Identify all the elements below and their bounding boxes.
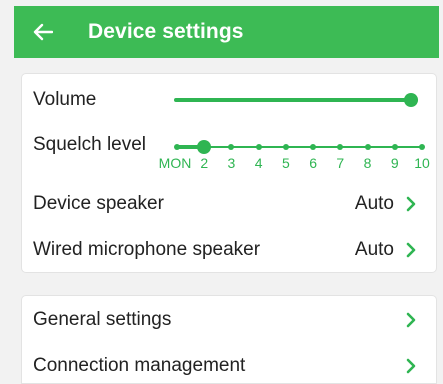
menu-card: General settings Connection management <box>22 296 436 383</box>
arrow-left-icon[interactable] <box>32 21 54 43</box>
squelch-tick-label: 10 <box>414 155 430 171</box>
general-settings-label: General settings <box>33 309 172 330</box>
chevron-right-icon <box>406 312 416 328</box>
squelch-tick-dot <box>391 144 398 150</box>
volume-slider[interactable] <box>174 98 418 102</box>
squelch-row: Squelch level MON 2 3 4 5 6 7 8 9 10 <box>22 132 436 178</box>
squelch-tick-label: 2 <box>200 155 209 171</box>
chevron-right-icon <box>406 196 416 212</box>
device-speaker-label: Device speaker <box>33 193 164 214</box>
page-title: Device settings <box>88 20 244 43</box>
wired-mic-row[interactable]: Wired microphone speaker Auto <box>22 232 436 268</box>
squelch-tick-label: 9 <box>390 155 399 171</box>
squelch-tick-dot <box>282 144 289 150</box>
volume-label: Volume <box>33 89 97 110</box>
squelch-tick-dot <box>364 144 371 150</box>
app-header: Device settings <box>14 6 439 58</box>
volume-row: Volume <box>22 84 436 116</box>
chevron-right-icon <box>406 242 416 258</box>
audio-settings-card: Volume Squelch level MON 2 3 4 5 6 7 8 9 10 Devic… <box>22 74 436 272</box>
squelch-tick-dot <box>174 144 180 150</box>
connection-management-label: Connection management <box>33 355 246 376</box>
menu-item-connection-management[interactable]: Connection management <box>22 348 436 384</box>
squelch-slider-thumb[interactable] <box>197 140 212 154</box>
squelch-tick-dot <box>255 144 262 150</box>
squelch-tick-dot <box>228 144 235 150</box>
squelch-tick-dot <box>419 144 425 150</box>
squelch-tick-dot <box>337 144 344 150</box>
squelch-tick-dot <box>310 144 317 150</box>
squelch-slider[interactable]: MON 2 3 4 5 6 7 8 9 10 <box>22 132 436 178</box>
wired-mic-label: Wired microphone speaker <box>33 239 261 260</box>
squelch-tick-label: 6 <box>309 155 318 171</box>
squelch-tick-label: 4 <box>254 155 263 171</box>
menu-item-general-settings[interactable]: General settings <box>22 302 436 338</box>
wired-mic-value: Auto <box>354 239 394 260</box>
squelch-tick-label: 7 <box>336 155 345 171</box>
device-speaker-row[interactable]: Device speaker Auto <box>22 186 436 222</box>
device-speaker-value: Auto <box>354 193 394 214</box>
squelch-tick-label: 5 <box>281 155 290 171</box>
squelch-tick-label: 8 <box>363 155 372 171</box>
squelch-track[interactable] <box>177 146 422 148</box>
squelch-tick-label: 3 <box>227 155 236 171</box>
squelch-tick-label: MON <box>158 155 192 171</box>
chevron-right-icon <box>406 358 416 374</box>
volume-slider-thumb[interactable] <box>403 93 418 107</box>
